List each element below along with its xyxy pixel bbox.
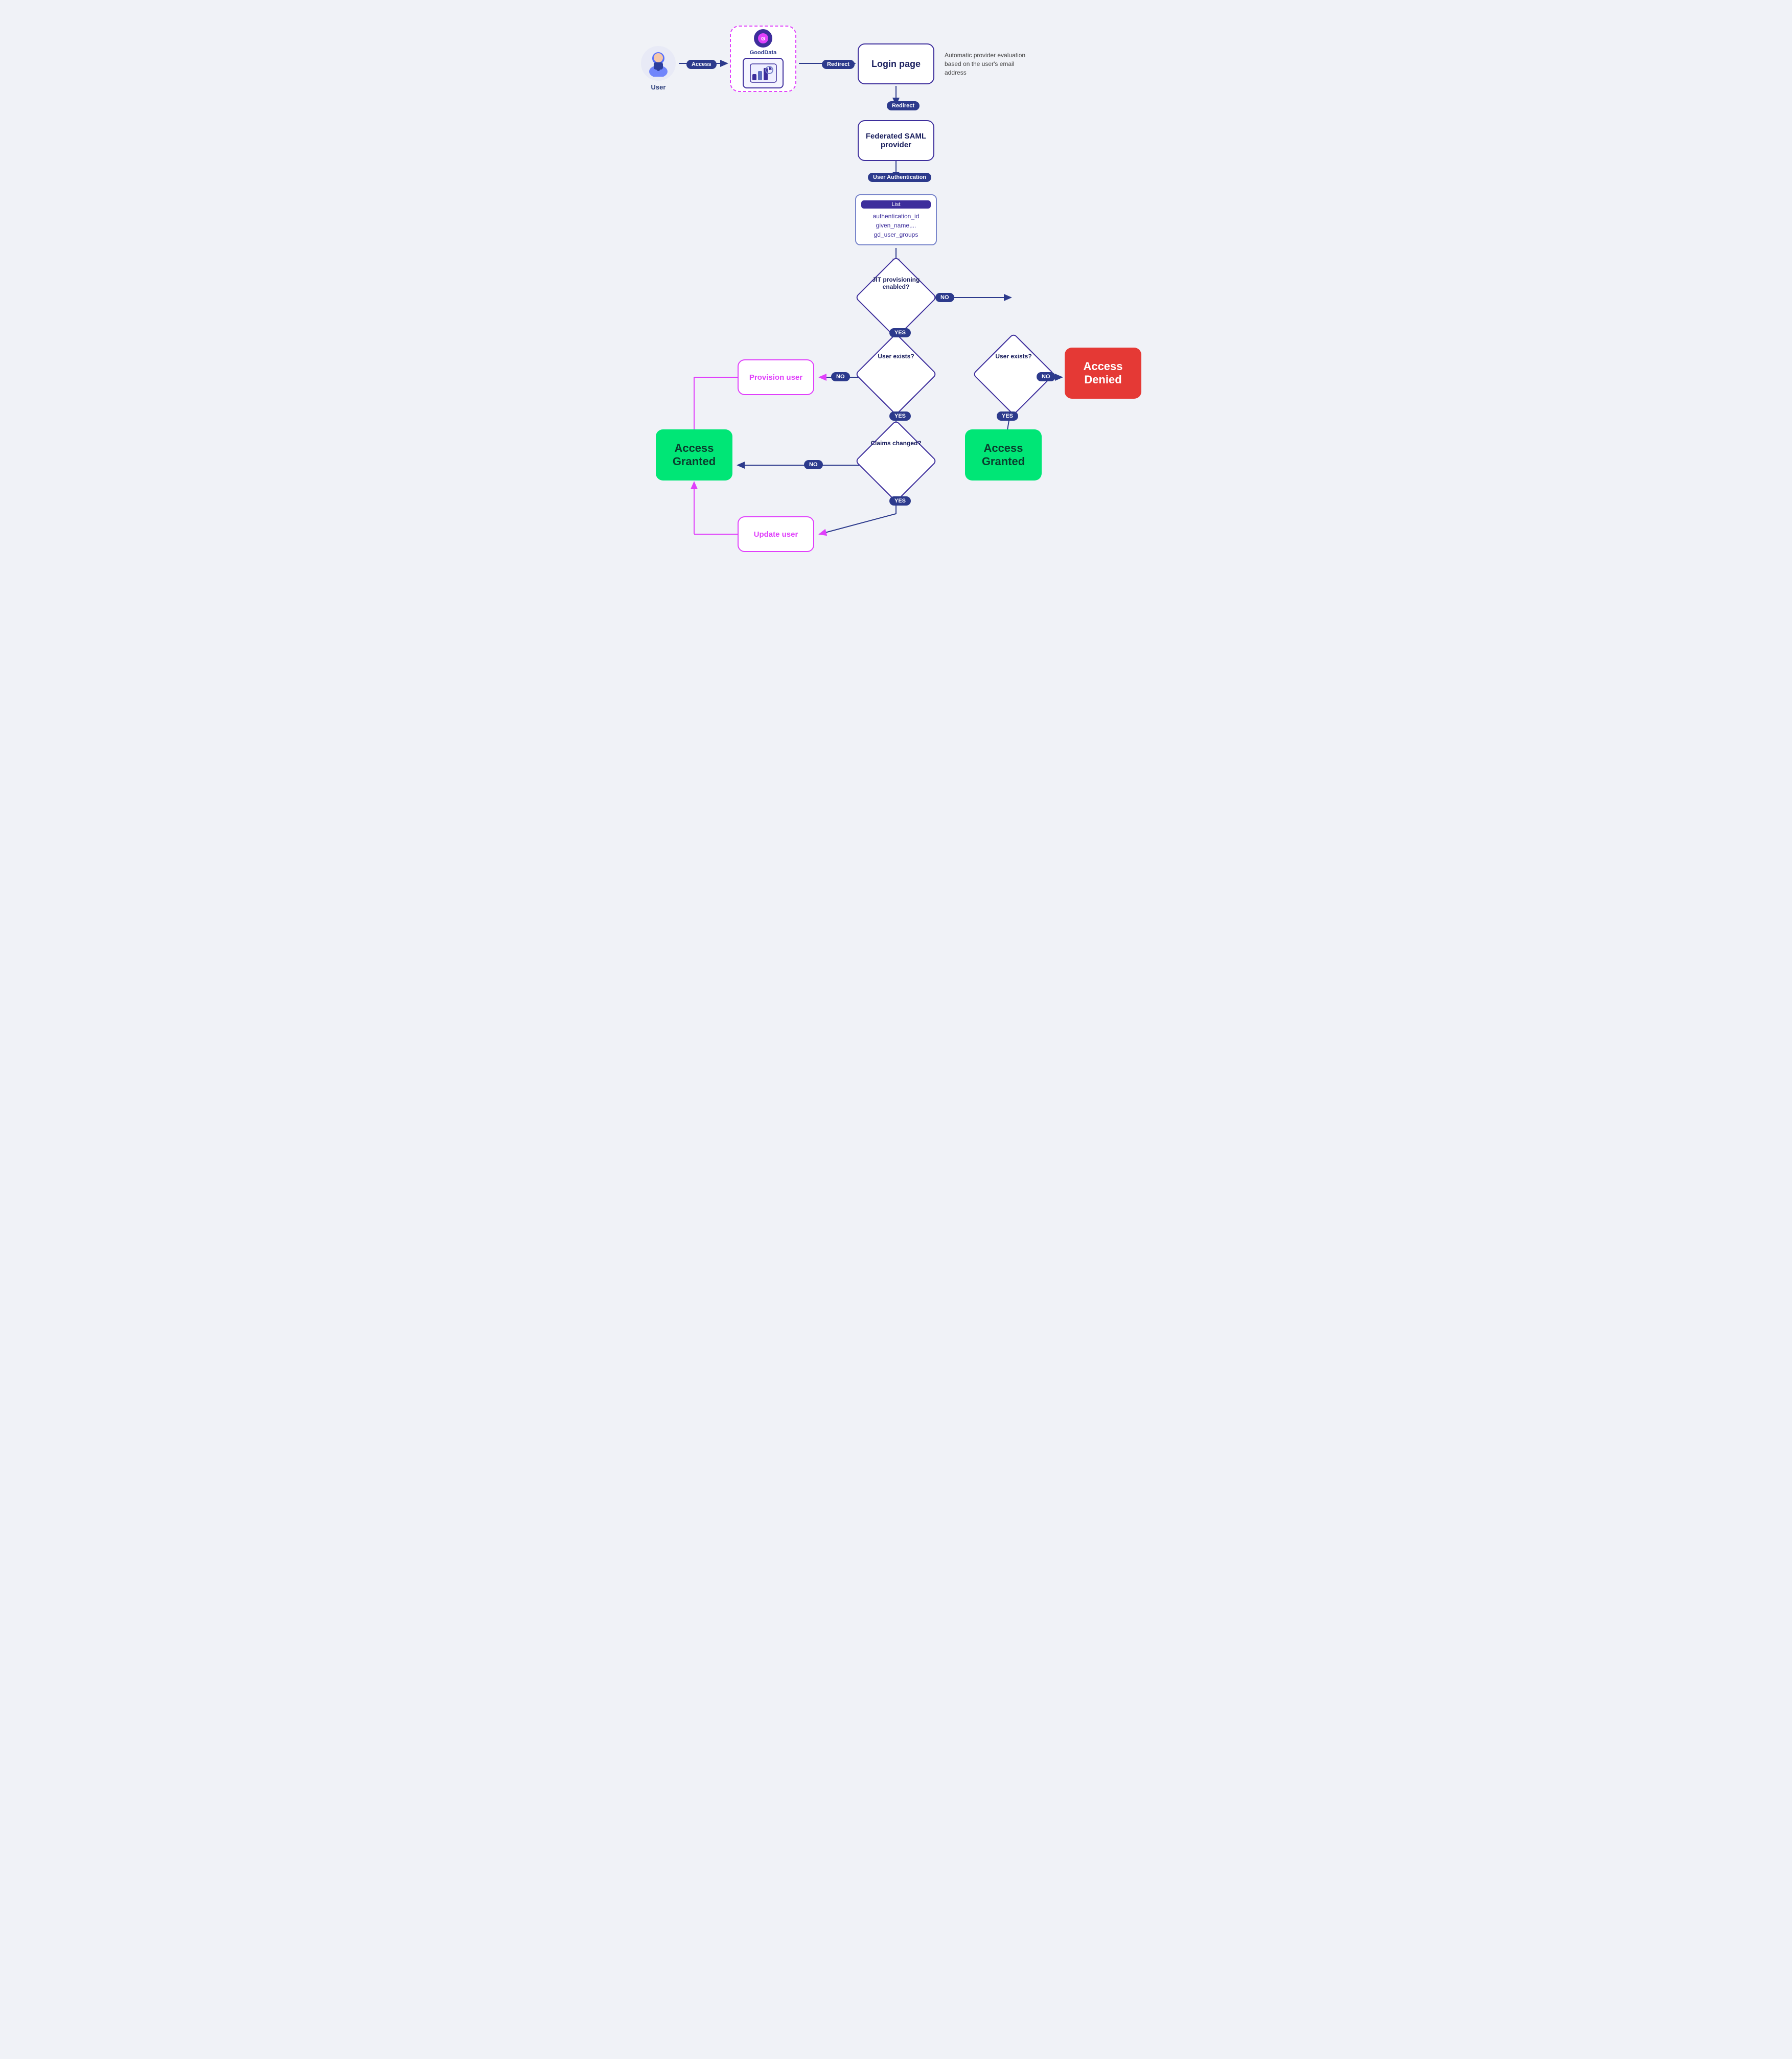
label-yes-claims: YES — [889, 496, 911, 506]
claims-diamond — [855, 420, 937, 502]
label-no-user-right: NO — [1037, 372, 1055, 381]
label-access: Access — [686, 60, 717, 69]
label-yes-jit: YES — [889, 328, 911, 337]
diagram-container: User G GoodData Login page Automatic pr — [628, 10, 1164, 598]
user-label: User — [651, 83, 666, 91]
gooddata-logo: G — [754, 29, 772, 48]
label-redirect1: Redirect — [822, 60, 855, 69]
user-exists-right-label: User exists? — [984, 353, 1043, 360]
provision-user: Provision user — [738, 359, 814, 395]
saml-label: Federated SAML provider — [859, 132, 933, 149]
user-node: User — [638, 46, 679, 91]
gooddata-icon: G — [757, 33, 769, 44]
label-no-user-left: NO — [831, 372, 850, 381]
gooddata-inner-box — [743, 58, 784, 88]
saml-provider-node: Federated SAML provider — [858, 120, 934, 161]
gooddata-name: GoodData — [750, 50, 777, 56]
access-granted-right: Access Granted — [965, 429, 1042, 481]
dashboard-icon — [749, 63, 777, 83]
annotation: Automatic provider evaluation based on t… — [945, 51, 1026, 77]
access-denied: Access Denied — [1065, 348, 1141, 399]
claims-label: Claims changed? — [867, 440, 925, 447]
jit-label: JIT provisioning enabled? — [867, 276, 925, 290]
login-page-label: Login page — [871, 59, 921, 70]
label-redirect2: Redirect — [887, 101, 920, 110]
jit-diamond — [855, 256, 937, 338]
login-page-node: Login page — [858, 43, 934, 84]
user-icon — [645, 50, 672, 77]
label-no-claims: NO — [804, 460, 823, 469]
list-items: authentication_idgiven_name,...gd_user_g… — [873, 212, 920, 239]
user-exists-left-diamond — [855, 333, 937, 415]
list-node: List authentication_idgiven_name,...gd_u… — [855, 194, 937, 245]
update-user: Update user — [738, 516, 814, 552]
label-yes-user-left: YES — [889, 411, 911, 421]
svg-text:G: G — [761, 36, 765, 42]
user-exists-left-label: User exists? — [867, 353, 925, 360]
label-no-jit: NO — [935, 293, 954, 302]
access-granted-left: Access Granted — [656, 429, 732, 481]
list-header: List — [861, 200, 931, 209]
gooddata-node: G GoodData — [730, 26, 796, 92]
label-user-auth: User Authentication — [868, 173, 931, 182]
label-yes-user-right: YES — [997, 411, 1018, 421]
user-avatar — [641, 46, 676, 81]
